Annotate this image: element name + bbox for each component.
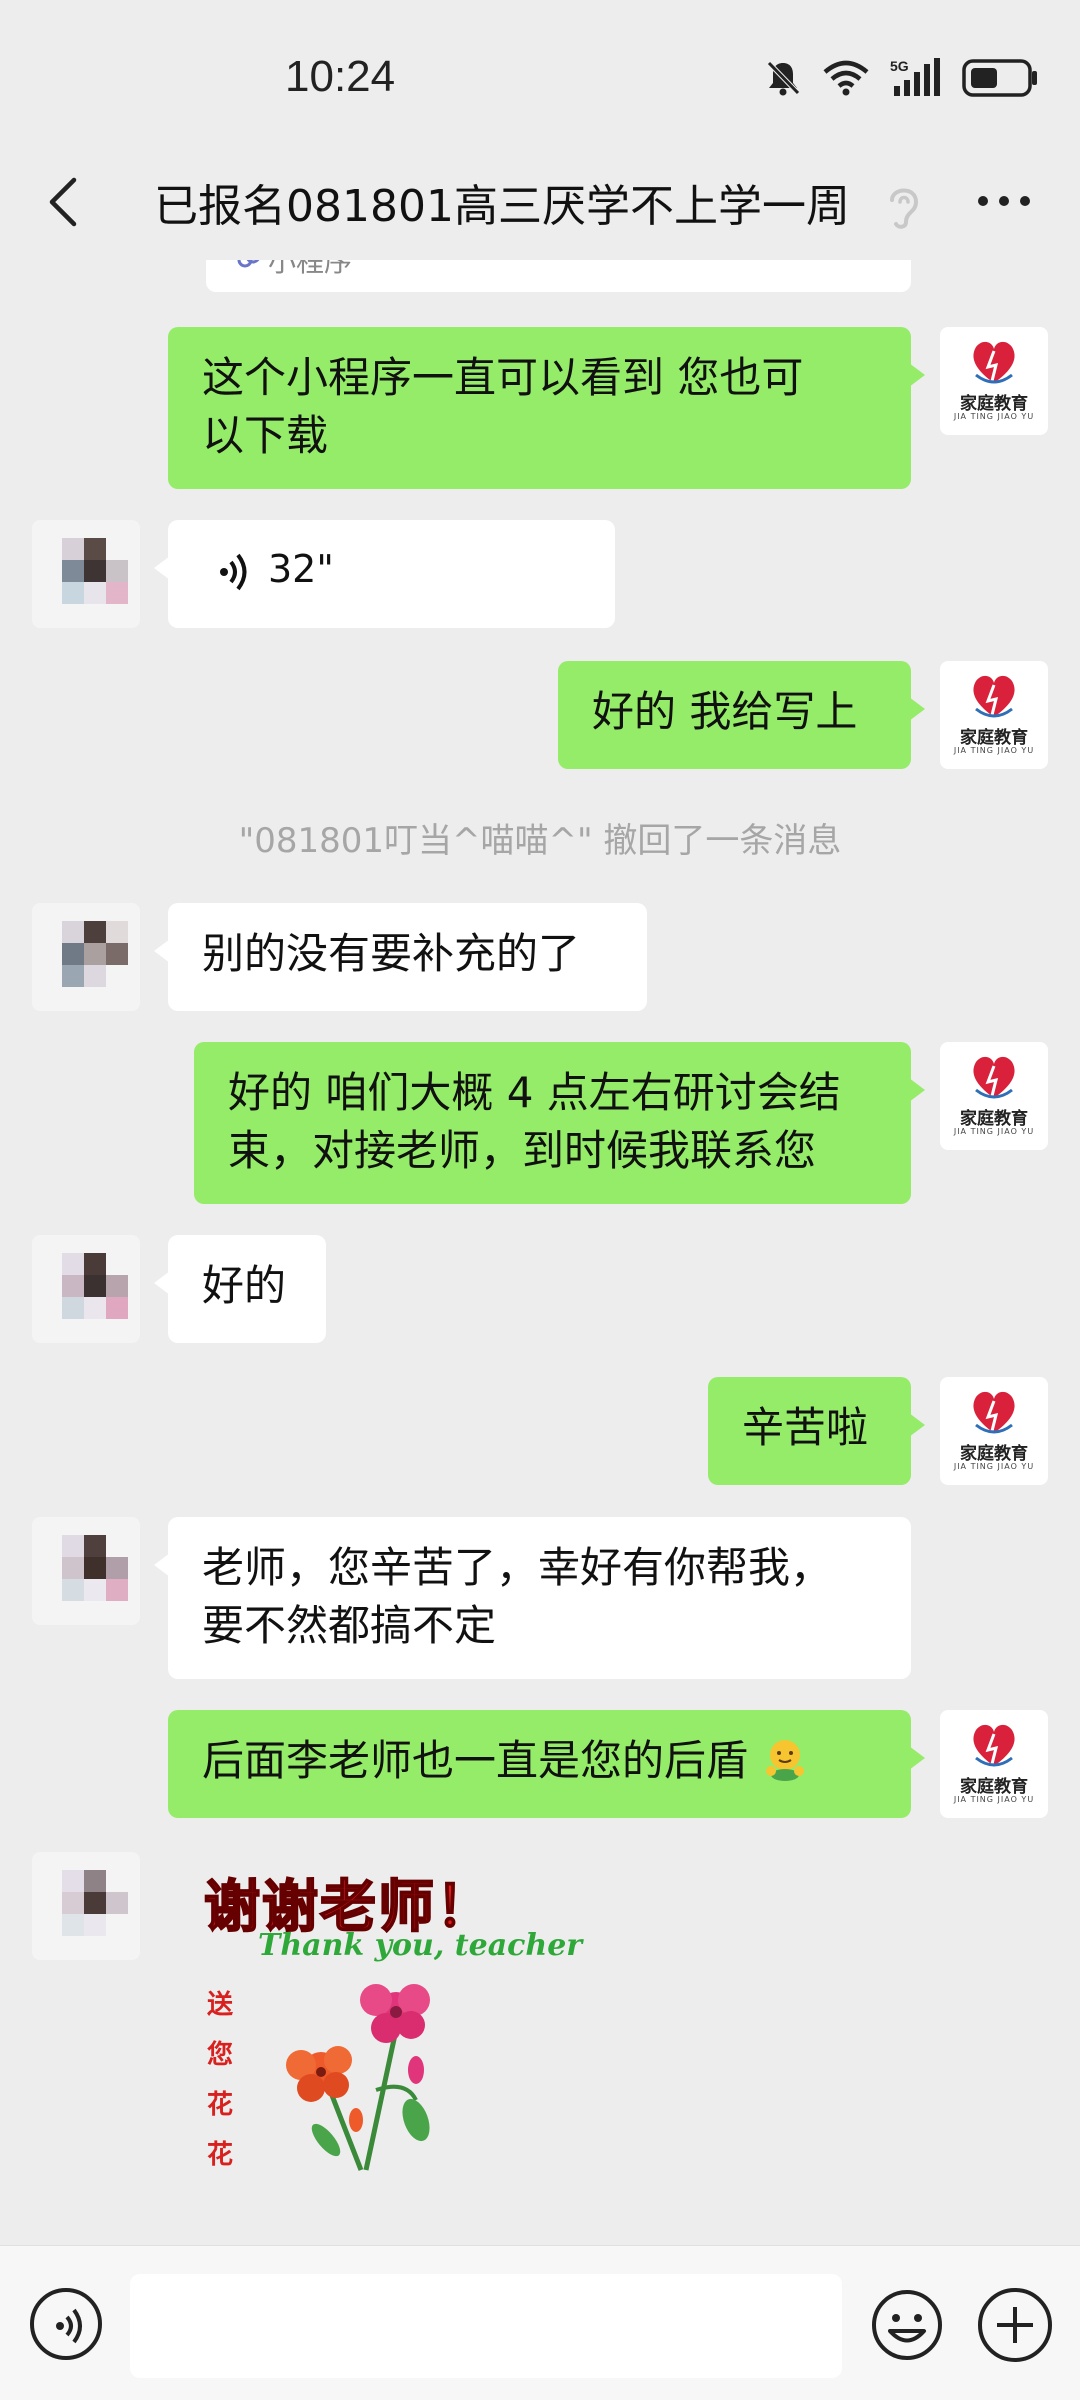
- logo-text: 家庭教育: [960, 1109, 1028, 1129]
- message-line: 好的: [202, 1261, 287, 1310]
- 5g-signal-icon: 5G: [890, 58, 940, 96]
- hug-emoji-icon: [766, 1740, 805, 1781]
- logo-text: 家庭教育: [960, 1444, 1028, 1464]
- message-line: 好的 咱们大概 4 点左右研讨会结: [228, 1068, 841, 1117]
- voice-message[interactable]: 32": [154, 520, 615, 628]
- wifi-icon: [823, 60, 869, 96]
- voice-duration: 32": [268, 547, 334, 591]
- message-bubble-contact[interactable]: 别的没有要补充的了: [154, 903, 647, 1011]
- self-avatar[interactable]: 家庭教育 JIA TING JIAO YU: [940, 327, 1048, 435]
- battery-icon: [962, 59, 1037, 97]
- self-avatar[interactable]: 家庭教育 JIA TING JIAO YU: [940, 1710, 1048, 1818]
- message-bubble-self[interactable]: 这个小程序一直可以看到 您也可 以下载: [168, 327, 925, 489]
- sticker-side-char: 花: [206, 2140, 233, 2170]
- message-line: 好的 我给写上: [592, 687, 858, 736]
- heart-logo-icon: [973, 1056, 1015, 1099]
- message-bubble-contact[interactable]: 好的: [154, 1235, 326, 1343]
- heart-logo-icon: [973, 1391, 1015, 1434]
- voice-mode-icon: [56, 2308, 82, 2344]
- message-line: 以下载: [202, 411, 329, 460]
- message-line: 要不然都搞不定: [202, 1601, 497, 1650]
- message-line: 这个小程序一直可以看到 您也可: [202, 353, 804, 402]
- input-bar: [0, 2245, 1080, 2400]
- sticker-side-text: 送 您 花 花: [200, 1980, 240, 2180]
- self-avatar[interactable]: 家庭教育 JIA TING JIAO YU: [940, 661, 1048, 769]
- chat-title: 已报名081801高三厌学不上学一周: [154, 181, 850, 232]
- logo-subtext: JIA TING JIAO YU: [953, 1795, 1035, 1804]
- message-line: 后面李老师也一直是您的后盾: [202, 1736, 749, 1785]
- mini-program-icon: [237, 260, 260, 268]
- more-button[interactable]: [976, 186, 1032, 216]
- back-button[interactable]: [36, 172, 96, 232]
- message-bubble-self[interactable]: 后面李老师也一直是您的后盾: [168, 1710, 925, 1818]
- logo-subtext: JIA TING JIAO YU: [953, 746, 1035, 755]
- ear-icon: [884, 182, 924, 232]
- sticker-side-char: 送: [206, 1990, 233, 2020]
- sticker-subtitle: Thank you, teacher: [258, 1928, 583, 1963]
- mute-bell-icon: [767, 61, 800, 96]
- message-bubble-self[interactable]: 好的 咱们大概 4 点左右研讨会结 束，对接老师，到时候我联系您: [194, 1042, 925, 1204]
- status-time: 10:24: [285, 52, 396, 101]
- message-line: 别的没有要补充的了: [202, 929, 581, 978]
- sticker-side-char: 花: [206, 2090, 233, 2120]
- message-bubble-contact[interactable]: 老师，您辛苦了，幸好有你帮我， 要不然都搞不定: [154, 1517, 911, 1679]
- logo-text: 家庭教育: [960, 1777, 1028, 1797]
- message-input[interactable]: [130, 2274, 842, 2378]
- self-avatar[interactable]: 家庭教育 JIA TING JIAO YU: [940, 1042, 1048, 1150]
- status-icons: 5G: [764, 56, 1040, 100]
- sticker-message[interactable]: 谢谢老师！ Thank you, teacher 送 您 花 花: [196, 1852, 582, 2182]
- logo-subtext: JIA TING JIAO YU: [953, 412, 1035, 421]
- self-avatar[interactable]: 家庭教育 JIA TING JIAO YU: [940, 1377, 1048, 1485]
- svg-text:5G: 5G: [890, 58, 909, 74]
- mini-program-label: 小程序: [268, 260, 353, 278]
- system-message: "081801叮当^喵喵^" 撤回了一条消息: [238, 821, 842, 861]
- voice-wave-icon: [220, 553, 247, 591]
- contact-avatar[interactable]: [32, 903, 140, 1011]
- nav-bar: 已报名081801高三厌学不上学一周: [0, 150, 1080, 260]
- message-line: 束，对接老师，到时候我联系您: [228, 1126, 817, 1175]
- contact-avatar[interactable]: [32, 1235, 140, 1343]
- logo-subtext: JIA TING JIAO YU: [953, 1127, 1035, 1136]
- contact-avatar[interactable]: [32, 1517, 140, 1625]
- heart-logo-icon: [973, 1724, 1015, 1767]
- voice-mode-button[interactable]: [30, 2288, 102, 2360]
- chat-area[interactable]: 小程序 这个小程序一直可以看到 您也可 以下载 家庭教育 JIA TING JI…: [0, 260, 1080, 2245]
- message-bubble-self[interactable]: 辛苦啦: [708, 1377, 925, 1485]
- message-line: 老师，您辛苦了，幸好有你帮我，: [202, 1543, 833, 1592]
- message-bubble-self[interactable]: 好的 我给写上: [558, 661, 925, 769]
- logo-text: 家庭教育: [960, 728, 1028, 748]
- chevron-left-icon: [49, 177, 77, 227]
- emoji-icon: [872, 2290, 942, 2360]
- flower-illustration-icon: [286, 1984, 430, 2171]
- heart-logo-icon: [973, 341, 1015, 384]
- message-line: 辛苦啦: [742, 1403, 869, 1452]
- plus-button[interactable]: [978, 2288, 1052, 2362]
- sticker-side-char: 您: [206, 2040, 233, 2070]
- contact-avatar[interactable]: [32, 1852, 140, 1960]
- heart-logo-icon: [973, 675, 1015, 718]
- status-bar: 10:24 5G: [0, 0, 1080, 150]
- contact-avatar[interactable]: [32, 520, 140, 628]
- logo-subtext: JIA TING JIAO YU: [953, 1462, 1035, 1471]
- more-dots-icon: [978, 196, 1030, 206]
- emoji-button[interactable]: [870, 2288, 944, 2362]
- mini-program-card[interactable]: 小程序: [206, 260, 911, 292]
- logo-text: 家庭教育: [960, 394, 1028, 414]
